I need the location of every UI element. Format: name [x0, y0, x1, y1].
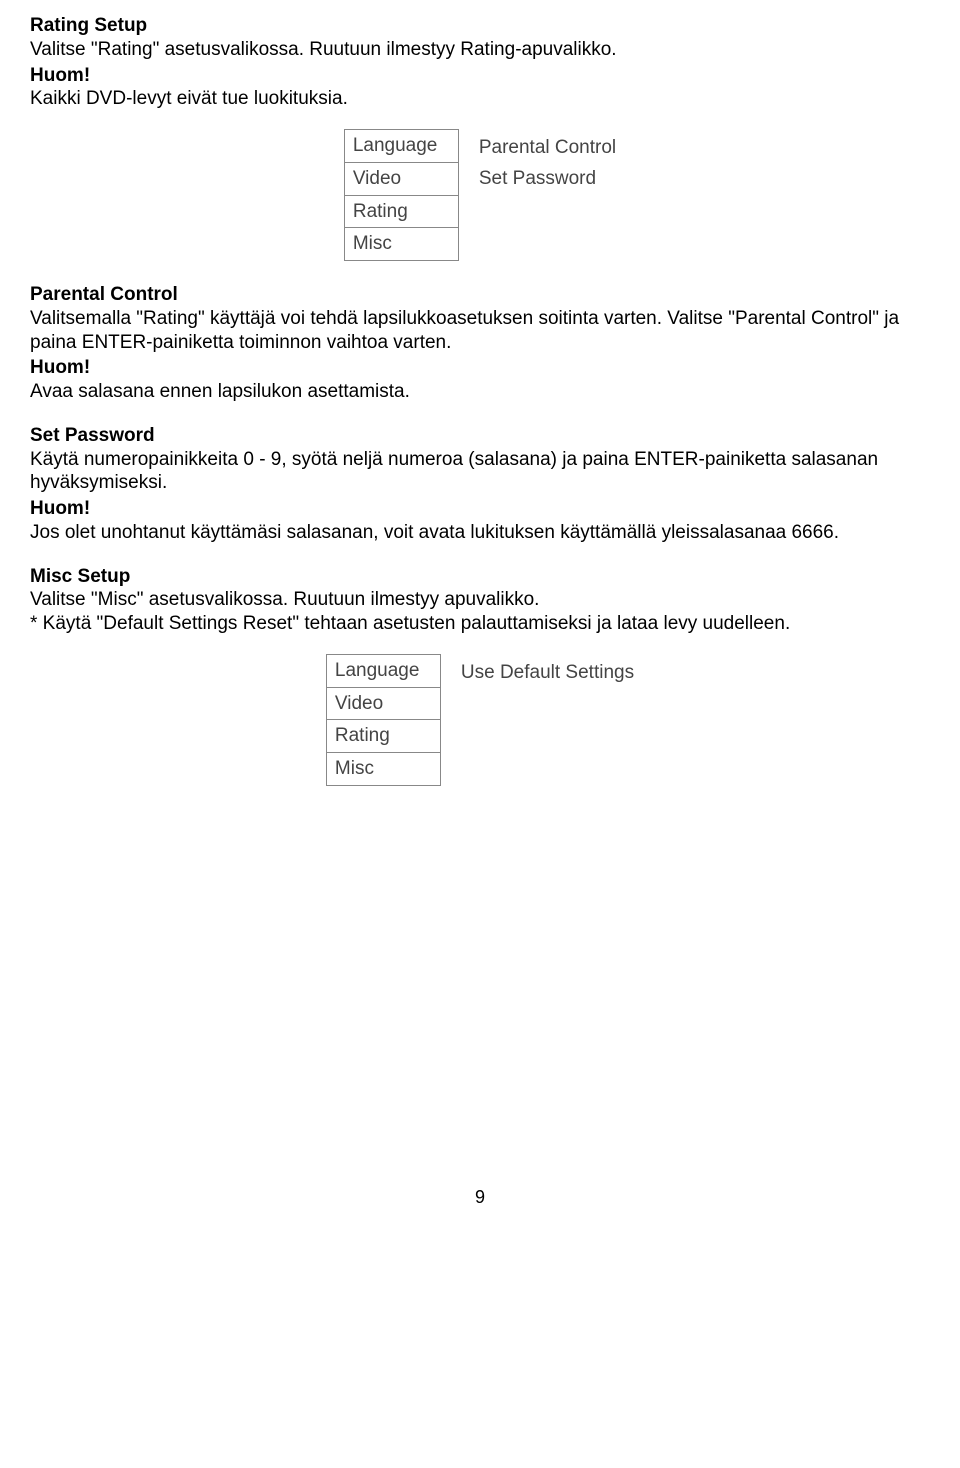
menu1-right-column: Parental Control Set Password: [479, 129, 616, 261]
menu-figure-2: Language Video Rating Misc Use Default S…: [30, 654, 930, 786]
menu1-item-language: Language: [344, 129, 459, 163]
menu2-item-video: Video: [326, 688, 441, 721]
misc-setup-body: Valitse "Misc" asetusvalikossa. Ruutuun …: [30, 588, 930, 612]
menu2-item-misc: Misc: [326, 753, 441, 786]
rating-setup-body: Valitse "Rating" asetusvalikossa. Ruutuu…: [30, 38, 930, 62]
menu2-right-use-default: Use Default Settings: [461, 658, 634, 687]
misc-setup-bullet: * Käytä "Default Settings Reset" tehtaan…: [30, 612, 930, 636]
menu1-item-rating: Rating: [344, 196, 459, 229]
rating-setup-note-label: Huom!: [30, 64, 930, 88]
misc-setup-heading: Misc Setup: [30, 565, 930, 589]
menu2-item-language: Language: [326, 654, 441, 688]
menu1-item-video: Video: [344, 163, 459, 196]
set-password-heading: Set Password: [30, 424, 930, 448]
parental-control-body: Valitsemalla "Rating" käyttäjä voi tehdä…: [30, 307, 930, 355]
set-password-note-label: Huom!: [30, 497, 930, 521]
menu1-item-misc: Misc: [344, 228, 459, 261]
parental-control-heading: Parental Control: [30, 283, 930, 307]
rating-setup-heading: Rating Setup: [30, 14, 930, 38]
menu1-right-set-password: Set Password: [479, 164, 616, 193]
page-number: 9: [30, 1186, 930, 1209]
menu1-left-column: Language Video Rating Misc: [344, 129, 459, 261]
menu2-right-column: Use Default Settings: [461, 654, 634, 786]
menu-figure-1: Language Video Rating Misc Parental Cont…: [30, 129, 930, 261]
rating-setup-note-body: Kaikki DVD-levyt eivät tue luokituksia.: [30, 87, 930, 111]
menu2-item-rating: Rating: [326, 720, 441, 753]
parental-control-note-body: Avaa salasana ennen lapsilukon asettamis…: [30, 380, 930, 404]
set-password-note-body: Jos olet unohtanut käyttämäsi salasanan,…: [30, 521, 930, 545]
menu1-right-parental-control: Parental Control: [479, 133, 616, 162]
menu2-left-column: Language Video Rating Misc: [326, 654, 441, 786]
set-password-body: Käytä numeropainikkeita 0 - 9, syötä nel…: [30, 448, 930, 496]
parental-control-note-label: Huom!: [30, 356, 930, 380]
